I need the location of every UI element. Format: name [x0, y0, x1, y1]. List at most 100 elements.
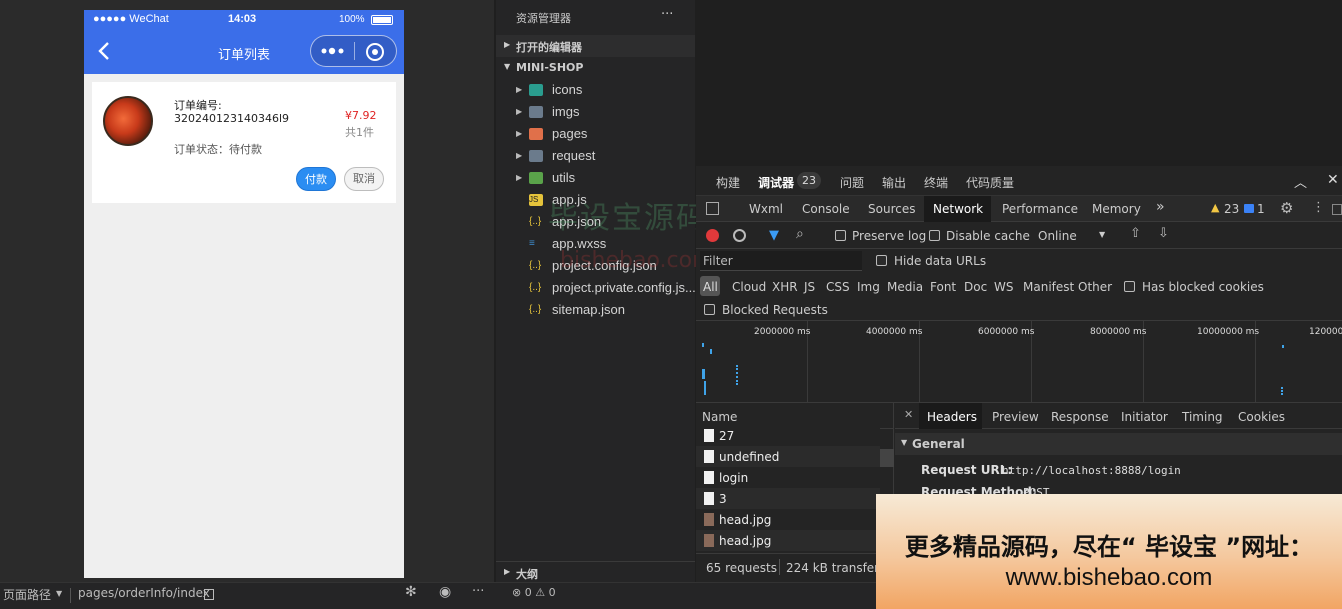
request-name: 27 [719, 429, 735, 443]
tab-headers[interactable]: Headers [927, 410, 977, 424]
tab-performance[interactable]: Performance [1002, 202, 1078, 216]
chevron-down-icon: ▼ [901, 438, 908, 447]
close-detail-icon[interactable]: ✕ [904, 408, 913, 421]
cancel-button[interactable]: 取消 [344, 167, 384, 191]
order-status: 订单状态：待付款 [174, 143, 262, 156]
filter-doc[interactable]: Doc [964, 280, 987, 294]
tab-wxml[interactable]: Wxml [749, 202, 783, 216]
filter-xhr[interactable]: XHR [772, 280, 798, 294]
promo-line-2: www.bishebao.com [1005, 564, 1213, 591]
tab-sources[interactable]: Sources [868, 202, 915, 216]
chevron-right-icon: ▶ [516, 173, 523, 182]
tab-timing[interactable]: Timing [1182, 410, 1223, 424]
hide-data-urls-checkbox[interactable] [876, 255, 887, 266]
close-icon[interactable]: ✕ [1327, 172, 1339, 188]
timeline-tick: 120000 [1309, 327, 1342, 337]
record-icon[interactable] [706, 229, 719, 242]
info-count[interactable]: 1 [1257, 202, 1265, 216]
image-file-icon [704, 534, 714, 547]
file-tree-item[interactable]: ▶ icons [496, 79, 695, 101]
tab-output[interactable]: 输出 [882, 174, 906, 191]
inspect-element-icon[interactable] [706, 202, 719, 215]
tab-cookies[interactable]: Cookies [1238, 410, 1285, 424]
gear-icon[interactable]: ⚙ [1280, 199, 1293, 217]
order-card[interactable]: 订单编号: 320240123140346l9 ¥7.92 共1件 订单状态：待… [92, 82, 396, 203]
filter-img[interactable]: Img [857, 280, 880, 294]
file-tree-item[interactable]: ▶ pages [496, 123, 695, 145]
file-tree-item[interactable]: {..} sitemap.json [496, 299, 695, 321]
more-icon[interactable]: ··· [472, 584, 484, 599]
chevron-up-icon[interactable]: ︿ [1294, 172, 1307, 191]
tab-network[interactable]: Network [933, 202, 983, 216]
file-tree-item[interactable]: ▶ imgs [496, 101, 695, 123]
disable-cache-label: Disable cache [946, 229, 1030, 243]
more-tabs-icon[interactable]: » [1156, 199, 1165, 215]
clear-icon[interactable] [733, 229, 746, 242]
network-toolbar: ▼ ⌕ Preserve log Disable cache Online ▼ … [696, 222, 1342, 249]
tab-initiator[interactable]: Initiator [1121, 410, 1168, 424]
blocked-requests-row: Blocked Requests [696, 299, 1342, 321]
outline-section[interactable]: ▶ 大纲 [496, 561, 695, 582]
dock-icon[interactable] [1332, 204, 1342, 215]
request-row[interactable]: login [696, 467, 880, 488]
request-row[interactable]: head.jpg [696, 509, 880, 530]
more-dots-icon[interactable] [321, 43, 345, 59]
pay-button[interactable]: 付款 [296, 167, 336, 191]
tab-preview[interactable]: Preview [992, 410, 1039, 424]
file-tree-item[interactable]: ▶ request [496, 145, 695, 167]
request-row[interactable]: 27 [696, 425, 880, 446]
filter-cloud[interactable]: Cloud [732, 280, 766, 294]
tab-code-quality[interactable]: 代码质量 [966, 174, 1014, 191]
request-detail: ✕ Headers Preview Response Initiator Tim… [895, 403, 1342, 503]
tab-terminal[interactable]: 终端 [924, 174, 948, 191]
request-row[interactable]: 3 [696, 488, 880, 509]
filter-input[interactable]: Filter [700, 251, 862, 271]
problems-counter[interactable]: ⊗ 0 ⚠ 0 [512, 586, 556, 599]
page-path-label[interactable]: 页面路径 [3, 586, 51, 603]
filter-funnel-icon[interactable]: ▼ [769, 228, 779, 243]
eye-icon[interactable]: ◉ [439, 584, 451, 600]
tab-debugger[interactable]: 调试器 [758, 174, 794, 191]
chevron-down-icon[interactable]: ▼ [1099, 230, 1105, 239]
tab-console[interactable]: Console [802, 202, 850, 216]
close-miniprogram-icon[interactable] [365, 42, 385, 62]
file-tree-item-label: request [552, 148, 596, 163]
tab-memory[interactable]: Memory [1092, 202, 1141, 216]
throttle-select[interactable]: Online [1038, 229, 1077, 243]
chevron-right-icon: ▶ [516, 85, 523, 94]
disable-cache-checkbox[interactable] [929, 230, 940, 241]
tab-problems[interactable]: 问题 [840, 174, 864, 191]
request-row[interactable]: head.jpg [696, 530, 880, 551]
file-tree-item[interactable]: {..} project.private.config.js... [496, 277, 696, 299]
project-name: MINI-SHOP [516, 61, 584, 74]
filter-manifest[interactable]: Manifest [1023, 280, 1074, 294]
more-actions-icon[interactable]: ··· [661, 7, 673, 22]
search-icon[interactable]: ⌕ [796, 226, 804, 242]
filter-media[interactable]: Media [887, 280, 923, 294]
general-section-header[interactable]: ▼ General [895, 433, 1342, 455]
request-row[interactable]: undefined [696, 446, 880, 467]
request-list-scrollbar[interactable] [880, 449, 894, 467]
kebab-menu-icon[interactable]: ⋮ [1312, 200, 1325, 215]
filter-css[interactable]: CSS [826, 280, 850, 294]
download-icon[interactable]: ⇩ [1158, 226, 1169, 241]
request-name: head.jpg [719, 534, 772, 548]
bug-icon[interactable]: ✻ [405, 584, 417, 600]
filter-font[interactable]: Font [930, 280, 956, 294]
copy-icon[interactable] [204, 589, 214, 600]
filter-other[interactable]: Other [1078, 280, 1112, 294]
filter-all[interactable]: All [703, 280, 718, 294]
open-editors-section[interactable]: ▶ 打开的编辑器 [496, 35, 695, 57]
tab-build[interactable]: 构建 [716, 174, 740, 191]
filter-js[interactable]: JS [804, 280, 815, 294]
blocked-requests-checkbox[interactable] [704, 304, 715, 315]
project-section[interactable]: ▼ MINI-SHOP [496, 58, 695, 78]
filter-ws[interactable]: WS [994, 280, 1013, 294]
upload-icon[interactable]: ⇧ [1130, 226, 1141, 241]
has-blocked-cookies-checkbox[interactable] [1124, 281, 1135, 292]
warning-count[interactable]: 23 [1224, 202, 1239, 216]
tab-response[interactable]: Response [1051, 410, 1109, 424]
preserve-log-checkbox[interactable] [835, 230, 846, 241]
file-tree-item[interactable]: ▶ utils [496, 167, 695, 189]
chevron-down-icon[interactable]: ▼ [56, 589, 62, 598]
